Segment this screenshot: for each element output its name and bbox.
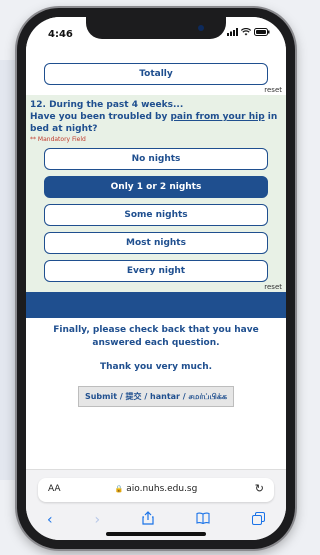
option-no-nights-button[interactable]: No nights: [44, 148, 268, 170]
wifi-icon: [241, 28, 251, 36]
reset-link[interactable]: reset: [26, 282, 286, 292]
question-text-start: Have you been troubled by: [30, 112, 171, 122]
phone-frame: 4:46 Totally reset 12. During the past 4…: [17, 8, 295, 549]
submit-button[interactable]: Submit / 提交 / hantar / சமர்ப்பிக்க: [77, 386, 235, 407]
browser-nav-row: ‹ ›: [26, 510, 286, 530]
option-most-nights-button[interactable]: Most nights: [44, 232, 268, 254]
question-number: 12. During the past 4 weeks...: [30, 100, 184, 110]
forward-icon[interactable]: ›: [95, 512, 101, 528]
survey-content: Totally reset 12. During the past 4 week…: [26, 53, 286, 407]
section-divider-bar: [26, 292, 286, 318]
mandatory-note: ** Mandatory Field: [30, 136, 86, 143]
signal-icon: [227, 28, 238, 36]
phone-screen: 4:46 Totally reset 12. During the past 4…: [26, 17, 286, 540]
tabs-icon[interactable]: [252, 511, 265, 529]
question-text: 12. During the past 4 weeks... Have you …: [26, 97, 286, 135]
reset-link-previous[interactable]: reset: [26, 85, 286, 95]
option-some-nights-button[interactable]: Some nights: [44, 204, 268, 226]
address-bar[interactable]: AA 🔒 aio.nuhs.edu.sg ↻: [38, 478, 274, 502]
browser-toolbar: AA 🔒 aio.nuhs.edu.sg ↻ ‹ ›: [26, 469, 286, 540]
option-every-night-button[interactable]: Every night: [44, 260, 268, 282]
back-icon[interactable]: ‹: [47, 512, 53, 528]
home-indicator[interactable]: [106, 532, 206, 536]
prev-question-block: Totally reset: [26, 53, 286, 95]
submit-wrapper: Submit / 提交 / hantar / சமர்ப்பிக்க: [26, 384, 286, 407]
question-12-panel: 12. During the past 4 weeks... Have you …: [26, 95, 286, 292]
thank-you-text: Thank you very much.: [99, 362, 213, 372]
option-totally-button[interactable]: Totally: [44, 63, 268, 85]
notch: [86, 17, 226, 39]
bookmarks-icon[interactable]: [196, 512, 210, 528]
url-text: aio.nuhs.edu.sg: [126, 484, 198, 494]
option-1-2-nights-button[interactable]: Only 1 or 2 nights: [44, 176, 268, 198]
share-icon[interactable]: [142, 511, 154, 529]
lock-icon: 🔒: [114, 485, 124, 493]
reload-icon[interactable]: ↻: [255, 482, 264, 495]
camera-dot: [198, 25, 204, 31]
status-icons: [227, 28, 270, 36]
question-highlight: pain from your hip: [170, 112, 265, 122]
status-time: 4:46: [48, 29, 73, 40]
battery-icon: [254, 28, 270, 36]
final-check-text: Finally, please check back that you have…: [53, 325, 259, 348]
url-display: 🔒 aio.nuhs.edu.sg: [38, 484, 274, 494]
status-bar: 4:46: [26, 17, 286, 53]
